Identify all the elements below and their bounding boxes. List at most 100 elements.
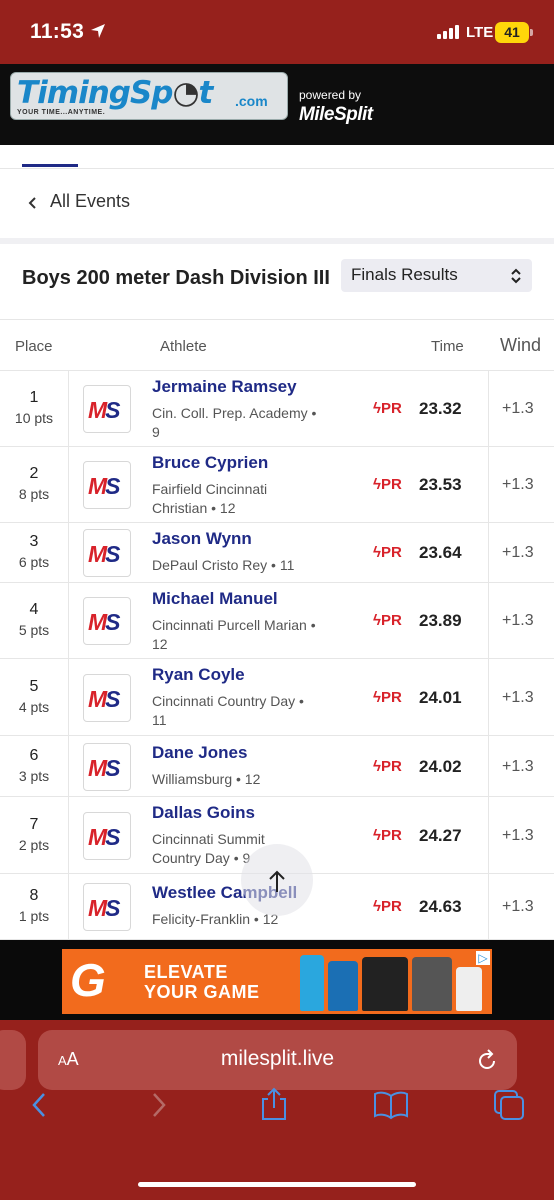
wind-reading: +1.3: [502, 400, 534, 417]
chevron-left-icon: [28, 197, 36, 209]
previous-tab-preview[interactable]: [0, 1030, 26, 1090]
powered-by-label: powered by: [299, 88, 362, 102]
address-bar[interactable]: AA milesplit.live: [38, 1030, 517, 1090]
table-row[interactable]: 2 8 pts MS Bruce Cyprien Fairfield Cinci…: [0, 447, 554, 523]
milesplit-badge-icon: MS: [83, 742, 131, 791]
header-wind: Wind: [500, 335, 542, 355]
ad-brand-mark: G: [70, 954, 106, 1006]
forward-arrow-icon[interactable]: [148, 1090, 170, 1120]
milesplit-badge-icon: MS: [83, 597, 131, 645]
share-icon[interactable]: [259, 1086, 289, 1122]
race-time: 23.32: [419, 399, 462, 418]
milesplit-badge-icon: MS: [83, 673, 131, 722]
active-tab-indicator: [22, 164, 78, 167]
athlete-name[interactable]: Dane Jones: [152, 743, 247, 763]
athlete-name[interactable]: Jason Wynn: [152, 529, 252, 549]
table-row[interactable]: 6 3 pts MS Dane Jones Williamsburg • 12 …: [0, 736, 554, 797]
ad-product-image: [456, 967, 482, 1011]
column-divider: [68, 447, 69, 522]
school-line-1: Cincinnati Country Day •: [152, 693, 304, 709]
back-arrow-icon[interactable]: [28, 1090, 50, 1120]
race-time: 24.01: [419, 687, 462, 707]
tab-strip: [0, 145, 554, 169]
ad-product-image: [362, 957, 408, 1011]
column-divider: [488, 583, 489, 658]
scroll-to-top-button[interactable]: [241, 844, 313, 916]
ad-choices-icon[interactable]: ▷: [476, 951, 490, 965]
logo-tagline: YOUR TIME...ANYTIME.: [17, 109, 106, 116]
athlete-school: Cincinnati Country Day • 11: [152, 692, 342, 730]
home-indicator: [138, 1182, 416, 1187]
logo-text: TimingSp◔t: [17, 75, 213, 111]
milesplit-logo[interactable]: MileSplit: [299, 104, 373, 126]
timingspot-logo[interactable]: TimingSp◔t .com YOUR TIME...ANYTIME.: [10, 72, 288, 120]
athlete-name[interactable]: Ryan Coyle: [152, 665, 245, 685]
header-athlete: Athlete: [160, 338, 207, 355]
school-line-1: DePaul Cristo Rey • 11: [152, 557, 295, 573]
personal-record-badge: ϟPR: [373, 400, 402, 417]
milesplit-badge-icon: MS: [83, 529, 131, 577]
ad-product-image: [328, 961, 358, 1011]
column-divider: [488, 371, 489, 446]
lightning-icon: ϟ: [373, 400, 381, 417]
results-type-select[interactable]: Finals Results: [341, 259, 532, 292]
race-time: 23.89: [419, 611, 462, 630]
column-divider: [68, 874, 69, 939]
arrow-up-icon: [269, 870, 285, 892]
results-type-value: Finals Results: [351, 265, 458, 284]
table-row[interactable]: 1 10 pts MS Jermaine Ramsey Cin. Coll. P…: [0, 371, 554, 447]
column-divider: [488, 523, 489, 582]
header-time: Time: [431, 338, 464, 355]
athlete-school: DePaul Cristo Rey • 11: [152, 556, 342, 575]
place-points: 1 pts: [18, 908, 50, 924]
column-divider: [488, 874, 489, 939]
athlete-name[interactable]: Jermaine Ramsey: [152, 377, 297, 397]
place-number: 2: [29, 465, 39, 482]
athlete-school: Fairfield Cincinnati Christian • 12: [152, 480, 342, 518]
bookmarks-icon[interactable]: [373, 1090, 409, 1120]
lightning-icon: ϟ: [373, 688, 381, 706]
table-row[interactable]: 5 4 pts MS Ryan Coyle Cincinnati Country…: [0, 659, 554, 736]
ad-headline-1: ELEVATE: [144, 962, 228, 982]
lightning-icon: ϟ: [373, 544, 381, 561]
column-divider: [488, 659, 489, 735]
school-line-1: Cin. Coll. Prep. Academy •: [152, 405, 317, 421]
athlete-school: Cin. Coll. Prep. Academy • 9: [152, 404, 342, 442]
table-row[interactable]: 4 5 pts MS Michael Manuel Cincinnati Pur…: [0, 583, 554, 659]
back-label: All Events: [50, 191, 131, 211]
status-time: 11:53: [30, 20, 85, 43]
table-row[interactable]: 3 6 pts MS Jason Wynn DePaul Cristo Rey …: [0, 523, 554, 583]
battery-tip: [530, 29, 533, 36]
tabs-icon[interactable]: [492, 1088, 526, 1122]
chevron-up-down-icon: [511, 268, 521, 284]
event-title: Boys 200 meter Dash Division III: [22, 267, 330, 289]
personal-record-badge: ϟPR: [373, 688, 402, 706]
personal-record-badge: ϟPR: [373, 898, 402, 915]
athlete-name[interactable]: Bruce Cyprien: [152, 453, 268, 473]
column-divider: [488, 447, 489, 522]
gatorade-ad-banner[interactable]: G ELEVATE YOUR GAME ▷: [62, 949, 492, 1014]
school-line-2: Christian • 12: [152, 500, 236, 516]
back-to-events-link[interactable]: All Events: [0, 170, 554, 238]
site-header: TimingSp◔t .com YOUR TIME...ANYTIME. pow…: [0, 64, 554, 145]
athlete-name[interactable]: Michael Manuel: [152, 589, 278, 609]
milesplit-badge-icon: MS: [83, 811, 131, 860]
personal-record-badge: ϟPR: [373, 826, 402, 844]
school-line-2: 12: [152, 636, 168, 652]
place-number: 1: [29, 389, 39, 406]
lightning-icon: ϟ: [373, 826, 381, 844]
logo-com: .com: [235, 93, 268, 109]
race-time: 24.02: [419, 756, 462, 776]
wind-reading: +1.3: [502, 612, 534, 629]
table-header: Place Athlete Time Wind: [0, 320, 554, 371]
column-divider: [488, 797, 489, 873]
athlete-name[interactable]: Dallas Goins: [152, 803, 255, 823]
column-divider: [68, 371, 69, 446]
location-arrow-icon: [91, 24, 105, 38]
lightning-icon: ϟ: [373, 898, 381, 915]
ad-area: G ELEVATE YOUR GAME ▷: [0, 940, 554, 1020]
milesplit-badge-icon: MS: [83, 461, 131, 509]
reload-icon[interactable]: [476, 1048, 498, 1072]
school-line-2: 9: [152, 424, 160, 440]
place-points: 4 pts: [18, 698, 50, 715]
